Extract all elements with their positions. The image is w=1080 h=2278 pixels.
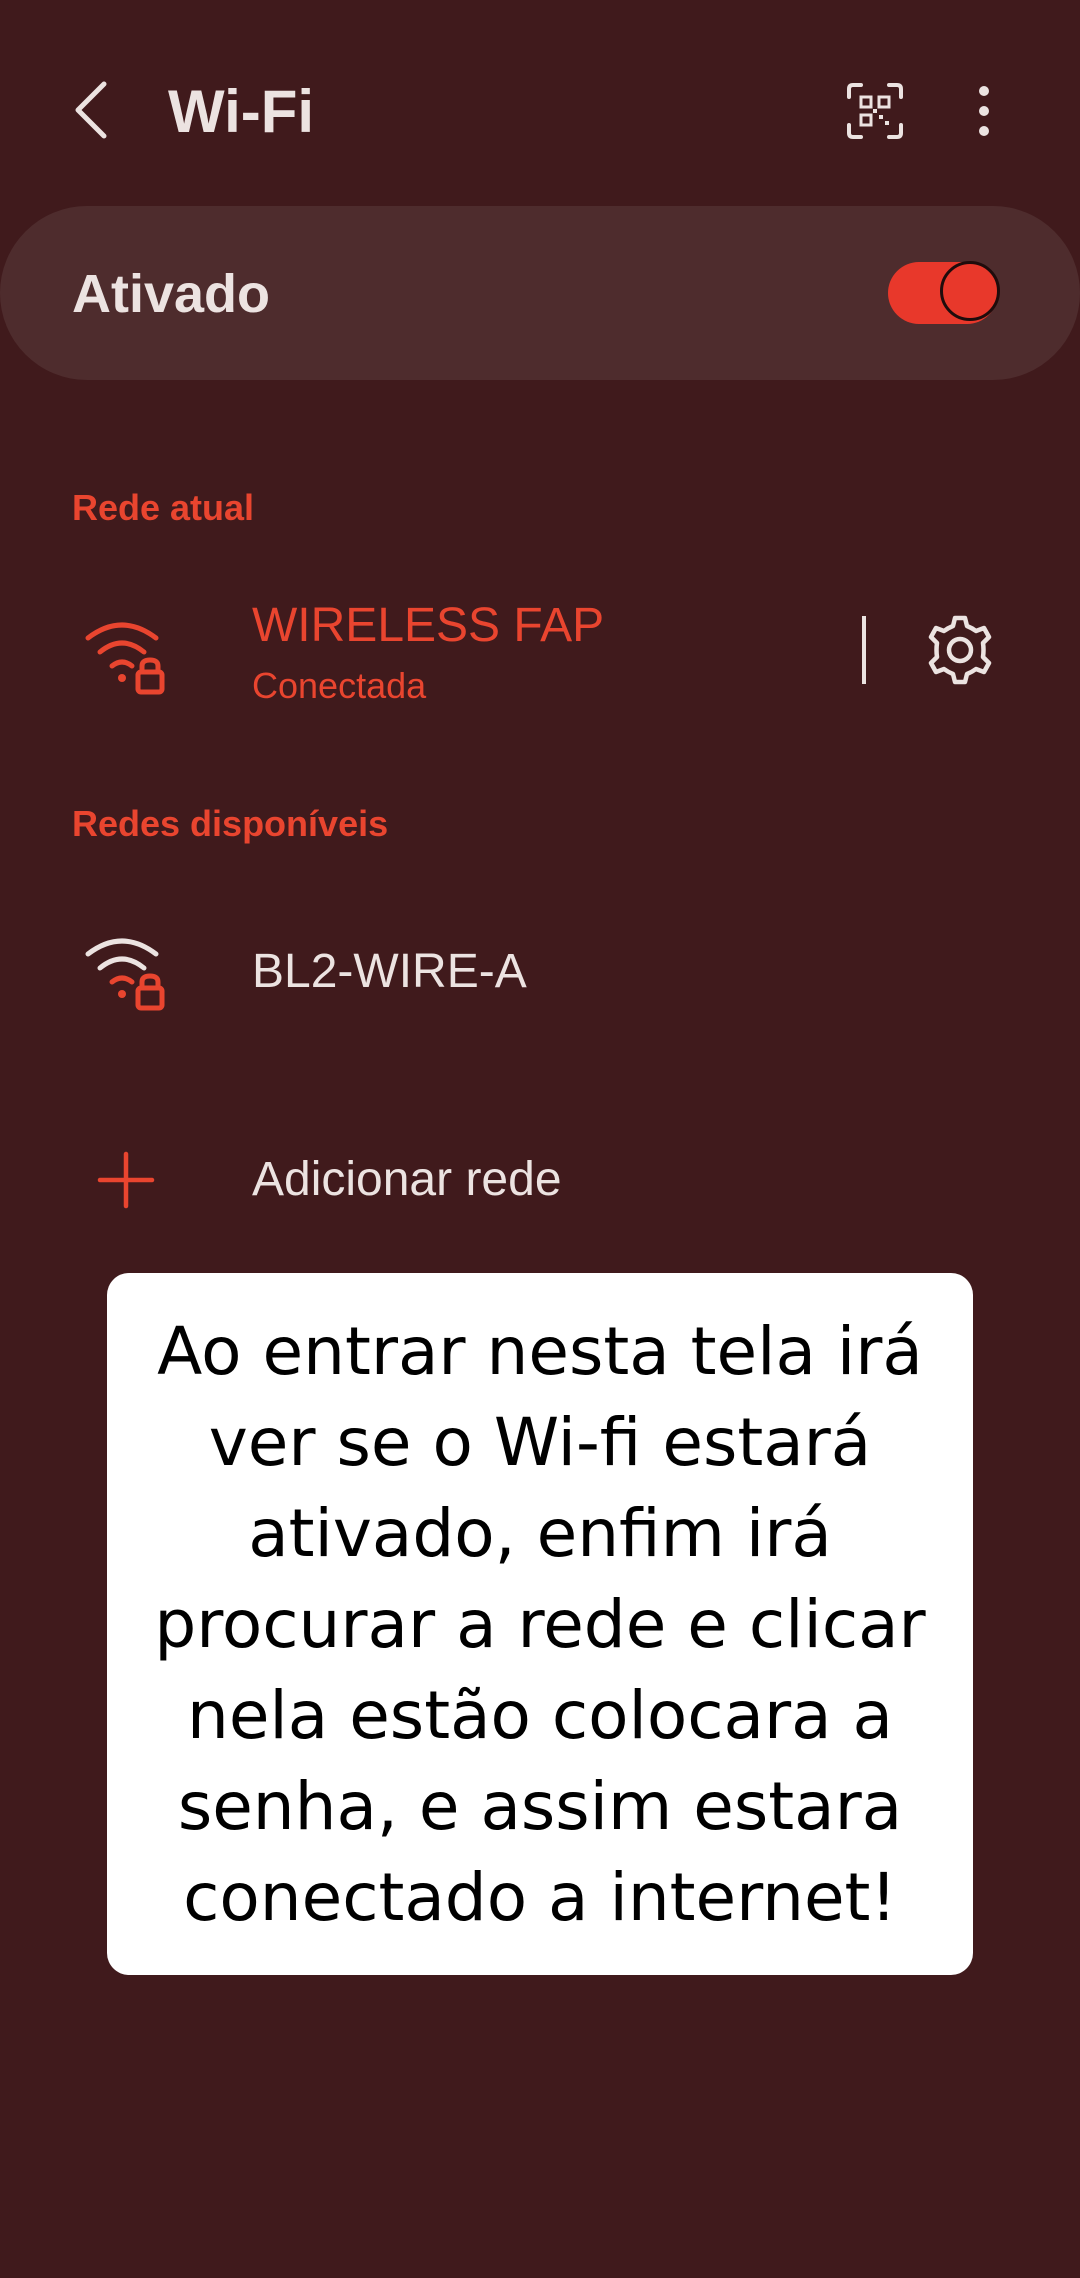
add-network-label: Adicionar rede bbox=[252, 1153, 562, 1206]
back-arrow-icon bbox=[75, 81, 107, 139]
note-line: Ao entrar nesta tela irá bbox=[157, 1312, 923, 1390]
settings-gear-icon bbox=[928, 615, 992, 685]
note-line: conectado a internet! bbox=[183, 1858, 897, 1936]
section-header-available-networks: Redes disponíveis bbox=[72, 803, 389, 844]
note-line: senha, e assim estara bbox=[177, 1767, 903, 1845]
available-network-item[interactable]: BL2-WIRE-A bbox=[0, 900, 1080, 1040]
wifi-toggle-switch[interactable] bbox=[888, 261, 1000, 324]
wifi-lock-icon bbox=[85, 622, 165, 695]
section-header-current-network: Rede atual bbox=[72, 487, 255, 528]
available-network-name: BL2-WIRE-A bbox=[252, 945, 527, 998]
page-title: Wi-Fi bbox=[168, 78, 315, 145]
current-network-item[interactable]: WIRELESS FAP Conectada bbox=[0, 580, 840, 720]
current-network-name: WIRELESS FAP bbox=[252, 599, 605, 652]
wifi-toggle-label: Ativado bbox=[72, 264, 271, 324]
note-line: procurar a rede e clicar bbox=[154, 1585, 926, 1663]
wifi-lock-icon bbox=[85, 938, 165, 1011]
back-button[interactable] bbox=[60, 70, 120, 150]
current-network-status: Conectada bbox=[252, 665, 427, 706]
qr-code-button[interactable] bbox=[842, 78, 908, 144]
instruction-note-card: Ao entrar nesta tela irá ver se o Wi-fi … bbox=[107, 1273, 973, 1975]
instruction-note-text: Ao entrar nesta tela irá ver se o Wi-fi … bbox=[154, 1306, 925, 1943]
network-settings-button[interactable] bbox=[920, 610, 1000, 690]
note-line: ver se o Wi-fi estará bbox=[208, 1403, 872, 1481]
more-vertical-icon bbox=[979, 86, 989, 136]
vertical-divider bbox=[862, 616, 866, 684]
plus-icon bbox=[97, 1151, 155, 1209]
note-line: nela estão colocara a bbox=[187, 1676, 893, 1754]
note-line: ativado, enfim irá bbox=[248, 1494, 832, 1572]
more-options-button[interactable] bbox=[962, 78, 1006, 144]
toggle-knob bbox=[940, 261, 1000, 321]
qr-code-icon bbox=[847, 83, 903, 139]
add-network-button[interactable]: Adicionar rede bbox=[0, 1110, 1080, 1250]
